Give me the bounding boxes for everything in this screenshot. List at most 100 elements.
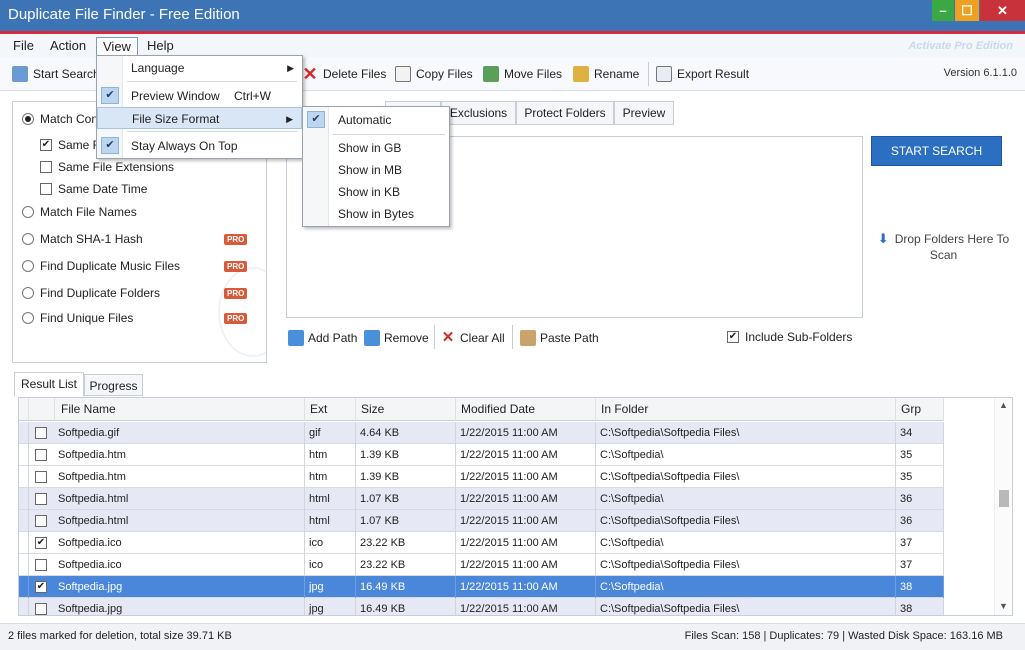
show-in-mb-label: Show in MB xyxy=(338,163,403,177)
find-duplicate-music-option[interactable]: Find Duplicate Music Files xyxy=(22,259,180,273)
menu-item-show-in-kb[interactable]: Show in KB xyxy=(303,181,449,203)
menu-item-show-in-mb[interactable]: Show in MB xyxy=(303,159,449,181)
move-files-tool[interactable]: Move Files xyxy=(483,63,562,85)
paste-path-button[interactable]: Paste Path xyxy=(520,328,599,348)
radio-selected-icon xyxy=(22,113,34,125)
cell-size: 4.64 KB xyxy=(356,422,456,444)
column-size[interactable]: Size xyxy=(356,398,456,421)
table-row[interactable]: Softpedia.ico ico 23.22 KB 1/22/2015 11:00 … xyxy=(19,554,944,576)
match-sha1-option[interactable]: Match SHA-1 Hash xyxy=(22,232,143,246)
row-checkbox[interactable] xyxy=(35,449,47,461)
cell-modified-date: 1/22/2015 11:00 AM xyxy=(456,466,596,488)
menu-file[interactable]: File xyxy=(7,37,40,57)
table-row[interactable]: Softpedia.htm htm 1.39 KB 1/22/2015 11:00 A… xyxy=(19,466,944,488)
activate-pro-link[interactable]: Activate Pro Edition xyxy=(908,40,1013,52)
row-checkbox[interactable] xyxy=(35,559,47,571)
menu-item-file-size-format[interactable]: File Size Format ▶ xyxy=(97,107,302,129)
export-result-label: Export Result xyxy=(677,67,750,81)
maximize-button[interactable]: ☐ xyxy=(955,0,979,21)
show-in-kb-label: Show in KB xyxy=(338,185,401,199)
menu-item-preview-window[interactable]: ✔ Preview Window Ctrl+W xyxy=(97,85,302,107)
menu-item-automatic[interactable]: ✔ Automatic xyxy=(303,109,449,131)
menu-item-language[interactable]: Language ▶ xyxy=(97,57,302,79)
match-file-names-option[interactable]: Match File Names xyxy=(22,205,137,219)
table-row[interactable]: Softpedia.jpg jpg 16.49 KB 1/22/2015 11:00 … xyxy=(19,598,944,615)
table-row[interactable]: ✔ Softpedia.ico ico 23.22 KB 1/22/2015 11:00… xyxy=(19,532,944,554)
table-row[interactable]: Softpedia.gif gif 4.64 KB 1/22/2015 11:00 A… xyxy=(19,422,944,444)
menu-view[interactable]: View xyxy=(96,37,138,57)
pro-badge: PRO xyxy=(224,313,248,324)
row-gutter xyxy=(19,554,29,576)
checkbox-checked-icon: ✔ xyxy=(727,331,739,343)
include-subfolders-checkbox[interactable]: ✔ Include Sub-Folders xyxy=(727,330,852,344)
tab-preview[interactable]: Preview xyxy=(614,101,674,125)
cell-grp: 36 xyxy=(896,488,944,510)
table-row[interactable]: Softpedia.html html 1.07 KB 1/22/2015 11:00… xyxy=(19,488,944,510)
tab-progress[interactable]: Progress xyxy=(84,374,143,396)
start-search-button[interactable]: START SEARCH xyxy=(871,136,1002,166)
copy-files-tool[interactable]: Copy Files xyxy=(395,63,473,85)
rename-label: Rename xyxy=(594,67,640,81)
show-in-bytes-label: Show in Bytes xyxy=(338,207,415,221)
column-in-folder[interactable]: In Folder xyxy=(596,398,896,421)
submenu-arrow-icon: ▶ xyxy=(286,114,293,124)
cell-file-name: Softpedia.htm xyxy=(55,466,305,488)
rename-icon xyxy=(573,66,589,82)
table-row[interactable]: Softpedia.htm htm 1.39 KB 1/22/2015 11:00 A… xyxy=(19,444,944,466)
same-file-extensions-option[interactable]: Same File Extensions xyxy=(40,160,174,174)
row-gutter xyxy=(19,444,29,466)
match-file-names-label: Match File Names xyxy=(40,205,137,219)
row-checkbox[interactable] xyxy=(35,471,47,483)
menu-separator xyxy=(127,131,297,132)
menu-help[interactable]: Help xyxy=(141,37,180,57)
scroll-down-icon[interactable]: ▼ xyxy=(999,601,1008,611)
cell-in-folder: C:\Softpedia\ xyxy=(596,488,896,510)
remove-button[interactable]: Remove xyxy=(364,328,429,348)
radio-icon xyxy=(22,233,34,245)
export-result-tool[interactable]: Export Result xyxy=(656,63,749,85)
column-file-name[interactable]: File Name xyxy=(55,398,305,421)
cell-size: 1.07 KB xyxy=(356,510,456,532)
tab-exclusions[interactable]: Exclusions xyxy=(441,101,516,125)
menu-item-show-in-bytes[interactable]: Show in Bytes xyxy=(303,203,449,225)
find-duplicate-folders-option[interactable]: Find Duplicate Folders xyxy=(22,286,160,300)
same-date-time-option[interactable]: Same Date Time xyxy=(40,182,147,196)
header-checkbox-column xyxy=(29,398,55,421)
scroll-up-icon[interactable]: ▲ xyxy=(999,400,1008,410)
clear-all-button[interactable]: ✕ Clear All xyxy=(440,328,505,348)
table-row[interactable]: Softpedia.html html 1.07 KB 1/22/2015 11:00… xyxy=(19,510,944,532)
menu-action[interactable]: Action xyxy=(44,37,92,57)
checkbox-icon xyxy=(40,183,52,195)
tab-result-list[interactable]: Result List xyxy=(14,372,84,397)
row-checkbox[interactable] xyxy=(35,515,47,527)
vertical-scrollbar[interactable]: ▲ ▼ xyxy=(994,398,1012,615)
row-checkbox[interactable] xyxy=(35,603,47,615)
find-unique-files-option[interactable]: Find Unique Files xyxy=(22,311,133,325)
menu-item-stay-always-on-top[interactable]: ✔ Stay Always On Top xyxy=(97,135,302,157)
row-checkbox[interactable] xyxy=(35,427,47,439)
cell-in-folder: C:\Softpedia\Softpedia Files\ xyxy=(596,510,896,532)
tab-protect-folders[interactable]: Protect Folders xyxy=(516,101,614,125)
add-path-button[interactable]: Add Path xyxy=(288,328,357,348)
rename-tool[interactable]: Rename xyxy=(573,63,639,85)
cell-size: 23.22 KB xyxy=(356,532,456,554)
column-ext[interactable]: Ext xyxy=(305,398,356,421)
start-search-tool[interactable]: Start Search xyxy=(12,63,100,85)
delete-files-tool[interactable]: ✕ Delete Files xyxy=(302,63,386,85)
minimize-button[interactable]: – xyxy=(932,0,954,21)
menu-item-show-in-gb[interactable]: Show in GB xyxy=(303,137,449,159)
menu-separator xyxy=(333,134,445,135)
column-grp[interactable]: Grp xyxy=(896,398,944,421)
view-menu-dropdown: Language ▶ ✔ Preview Window Ctrl+W File … xyxy=(96,55,303,159)
table-row[interactable]: ✔ Softpedia.jpg jpg 16.49 KB 1/22/2015 11:00… xyxy=(19,576,944,598)
row-checkbox-checked[interactable]: ✔ xyxy=(35,537,47,549)
version-label: Version 6.1.1.0 xyxy=(943,67,1017,79)
checkmark-icon: ✔ xyxy=(101,137,119,154)
checkbox-checked-icon: ✔ xyxy=(40,139,52,151)
row-checkbox-checked[interactable]: ✔ xyxy=(35,581,47,593)
close-button[interactable]: ✕ xyxy=(980,0,1025,21)
radio-icon xyxy=(22,206,34,218)
column-modified-date[interactable]: Modified Date xyxy=(456,398,596,421)
row-checkbox[interactable] xyxy=(35,493,47,505)
scrollbar-thumb[interactable] xyxy=(999,490,1009,507)
